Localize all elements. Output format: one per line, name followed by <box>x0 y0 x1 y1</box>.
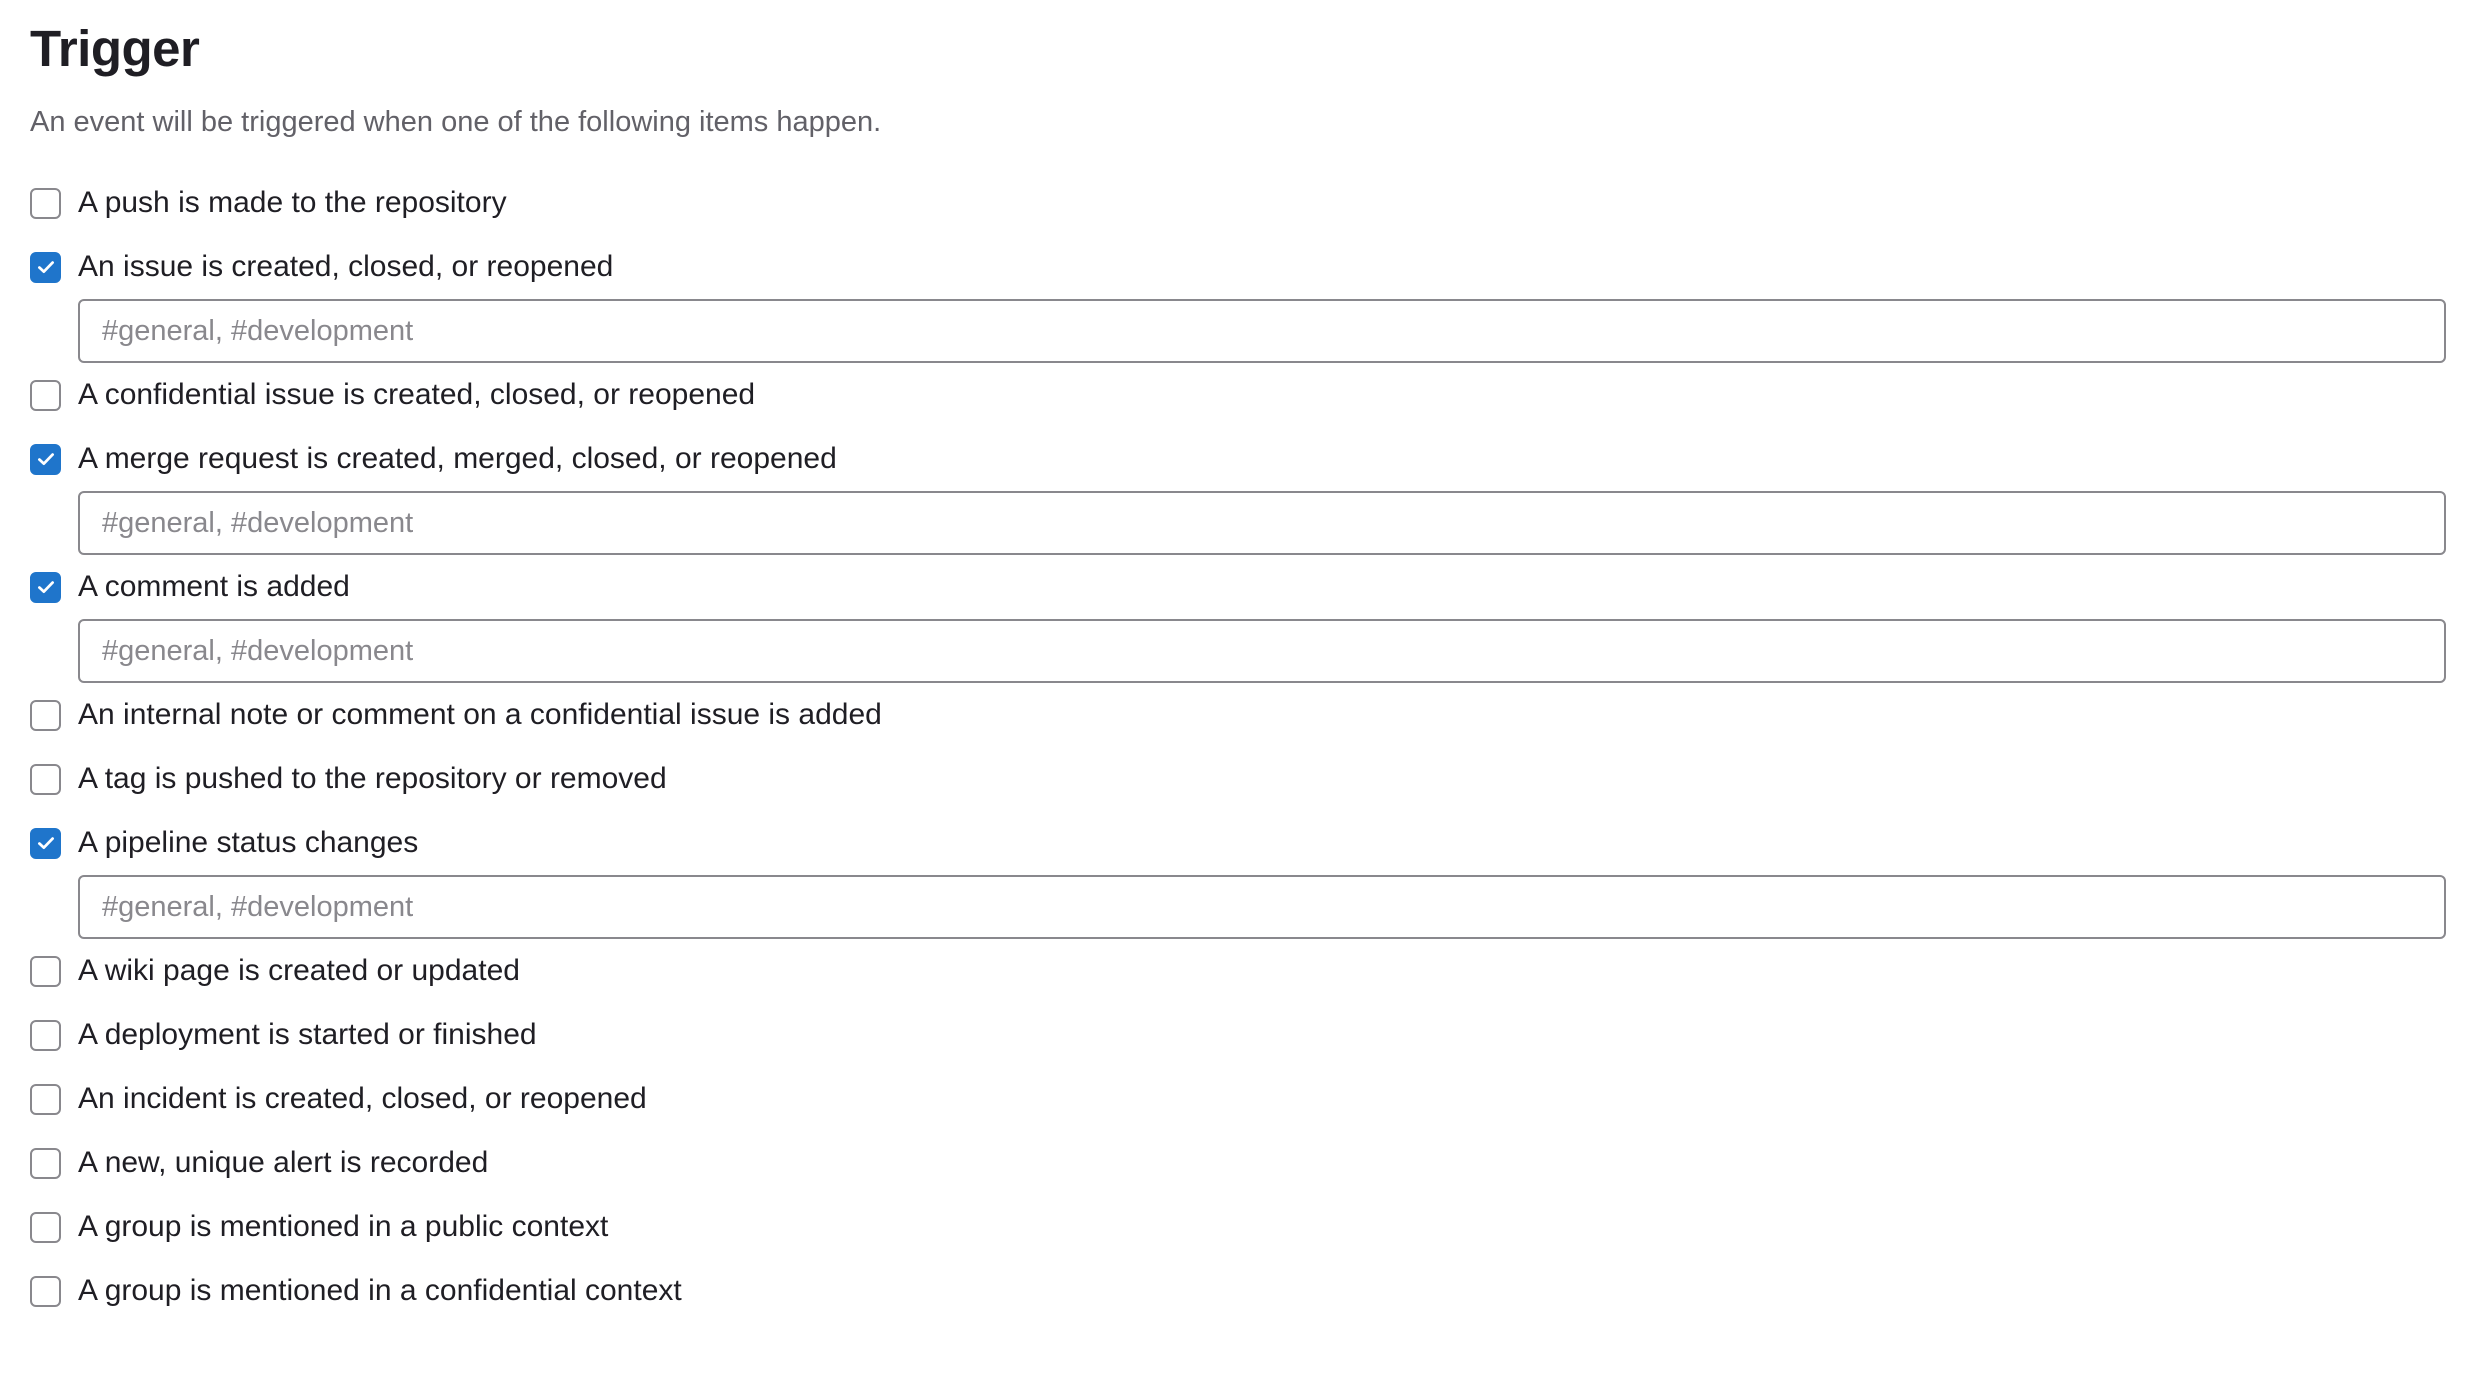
trigger-option-group-confidential-mention[interactable]: A group is mentioned in a confidential c… <box>30 1259 2450 1323</box>
checkmark-icon <box>37 581 54 594</box>
trigger-checkbox-comment[interactable] <box>30 571 61 603</box>
trigger-label-incident: An incident is created, closed, or reope… <box>78 1082 647 1115</box>
trigger-option-internal-note[interactable]: An internal note or comment on a confide… <box>30 683 2450 747</box>
trigger-label-group-confidential-mention: A group is mentioned in a confidential c… <box>78 1274 682 1307</box>
trigger-option-wiki-page[interactable]: A wiki page is created or updated <box>30 939 2450 1003</box>
trigger-option-comment[interactable]: A comment is added <box>30 555 2450 619</box>
trigger-settings-panel: Trigger An event will be triggered when … <box>0 0 2450 1323</box>
trigger-label-internal-note: An internal note or comment on a confide… <box>78 698 882 731</box>
trigger-checkbox-internal-note[interactable] <box>30 699 61 731</box>
trigger-checkbox-push[interactable] <box>30 187 61 219</box>
channel-row-comment <box>30 619 2450 683</box>
section-description: An event will be triggered when one of t… <box>30 106 882 138</box>
trigger-checkbox-wiki-page[interactable] <box>30 955 61 987</box>
trigger-label-push: A push is made to the repository <box>78 186 507 219</box>
trigger-option-merge-request[interactable]: A merge request is created, merged, clos… <box>30 427 2450 491</box>
trigger-checkbox-incident[interactable] <box>30 1083 61 1115</box>
trigger-checkbox-pipeline[interactable] <box>30 827 61 859</box>
channel-row-merge-request <box>30 491 2450 555</box>
channel-row-pipeline <box>30 875 2450 939</box>
trigger-label-alert: A new, unique alert is recorded <box>78 1146 489 1179</box>
trigger-checkbox-deployment[interactable] <box>30 1019 61 1051</box>
trigger-checkbox-tag-push[interactable] <box>30 763 61 795</box>
trigger-label-tag-push: A tag is pushed to the repository or rem… <box>78 762 667 795</box>
trigger-option-group-mention[interactable]: A group is mentioned in a public context <box>30 1195 2450 1259</box>
trigger-list: A push is made to the repository An issue… <box>30 171 2450 1323</box>
trigger-label-group-mention: A group is mentioned in a public context <box>78 1210 609 1243</box>
checkmark-icon <box>37 837 54 850</box>
trigger-option-push[interactable]: A push is made to the repository <box>30 171 2450 235</box>
trigger-label-pipeline: A pipeline status changes <box>78 826 419 859</box>
trigger-option-confidential-issue[interactable]: A confidential issue is created, closed,… <box>30 363 2450 427</box>
channel-input-merge-request[interactable] <box>78 491 2446 555</box>
trigger-option-deployment[interactable]: A deployment is started or finished <box>30 1003 2450 1067</box>
trigger-label-wiki-page: A wiki page is created or updated <box>78 954 520 987</box>
checkmark-icon <box>37 261 54 274</box>
trigger-checkbox-confidential-issue[interactable] <box>30 379 61 411</box>
trigger-checkbox-group-mention[interactable] <box>30 1211 61 1243</box>
trigger-option-incident[interactable]: An incident is created, closed, or reope… <box>30 1067 2450 1131</box>
trigger-option-pipeline[interactable]: A pipeline status changes <box>30 811 2450 875</box>
channel-input-comment[interactable] <box>78 619 2446 683</box>
trigger-label-confidential-issue: A confidential issue is created, closed,… <box>78 378 756 411</box>
trigger-option-tag-push[interactable]: A tag is pushed to the repository or rem… <box>30 747 2450 811</box>
trigger-checkbox-merge-request[interactable] <box>30 443 61 475</box>
trigger-label-deployment: A deployment is started or finished <box>78 1018 537 1051</box>
trigger-checkbox-issue[interactable] <box>30 251 61 283</box>
trigger-checkbox-group-confidential-mention[interactable] <box>30 1275 61 1307</box>
channel-input-issue[interactable] <box>78 299 2446 363</box>
checkmark-icon <box>37 453 54 466</box>
trigger-label-comment: A comment is added <box>78 570 350 603</box>
trigger-label-merge-request: A merge request is created, merged, clos… <box>78 442 837 475</box>
trigger-option-issue[interactable]: An issue is created, closed, or reopened <box>30 235 2450 299</box>
trigger-label-issue: An issue is created, closed, or reopened <box>78 250 614 283</box>
section-title: Trigger <box>30 20 200 77</box>
trigger-checkbox-alert[interactable] <box>30 1147 61 1179</box>
channel-input-pipeline[interactable] <box>78 875 2446 939</box>
channel-row-issue <box>30 299 2450 363</box>
trigger-option-alert[interactable]: A new, unique alert is recorded <box>30 1131 2450 1195</box>
